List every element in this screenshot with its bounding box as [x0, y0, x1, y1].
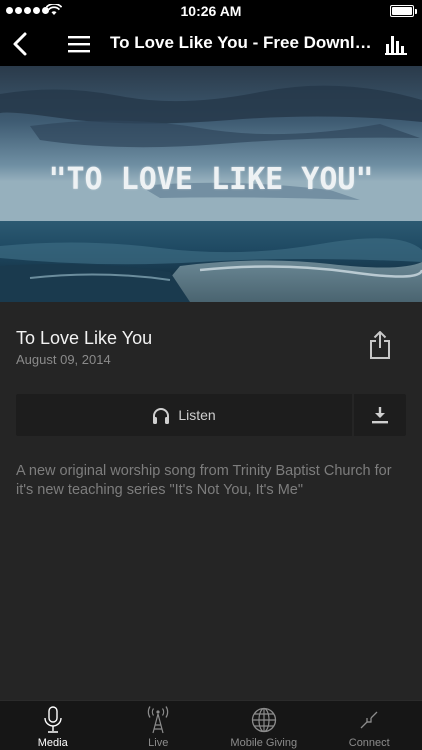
broadcast-tower-icon: [143, 705, 173, 735]
tab-mobile-giving[interactable]: Mobile Giving: [211, 701, 317, 750]
hero-overlay-text: "TO LOVE LIKE YOU": [48, 162, 374, 197]
tab-bar: Media Live Mobile Giving Connect: [0, 700, 422, 750]
tab-connect[interactable]: Connect: [317, 701, 422, 750]
bar-chart-icon[interactable]: [384, 32, 408, 56]
media-description: A new original worship song from Trinity…: [16, 463, 392, 498]
action-row: Listen: [16, 394, 406, 436]
share-button[interactable]: [368, 330, 392, 360]
headphones-icon: [153, 407, 170, 424]
tab-label: Media: [37, 737, 68, 749]
globe-icon: [249, 705, 279, 735]
tab-media[interactable]: Media: [0, 701, 106, 750]
status-bar: 10:26 AM: [0, 0, 422, 22]
microphone-icon: [38, 705, 68, 735]
menu-button[interactable]: [66, 32, 92, 56]
tab-live[interactable]: Live: [106, 701, 212, 750]
media-title: To Love Like You: [16, 328, 153, 348]
hero-image: "TO LOVE LIKE YOU": [0, 66, 422, 302]
page-title: To Love Like You - Free Download: [110, 33, 374, 52]
download-icon: [372, 407, 388, 424]
status-time: 10:26 AM: [180, 3, 242, 19]
nav-bar: To Love Like You - Free Download: [0, 22, 422, 66]
media-detail: To Love Like You August 09, 2014 Listen …: [0, 302, 422, 700]
back-button[interactable]: [8, 30, 34, 58]
listen-label: Listen: [178, 407, 216, 423]
listen-button[interactable]: Listen: [16, 394, 352, 436]
media-date: August 09, 2014: [16, 352, 111, 367]
tab-label: Mobile Giving: [230, 737, 298, 749]
download-button[interactable]: [354, 394, 406, 436]
tab-label: Live: [148, 737, 169, 749]
connect-arrows-icon: [354, 705, 384, 735]
tab-label: Connect: [348, 737, 390, 749]
battery-icon: [390, 5, 417, 17]
